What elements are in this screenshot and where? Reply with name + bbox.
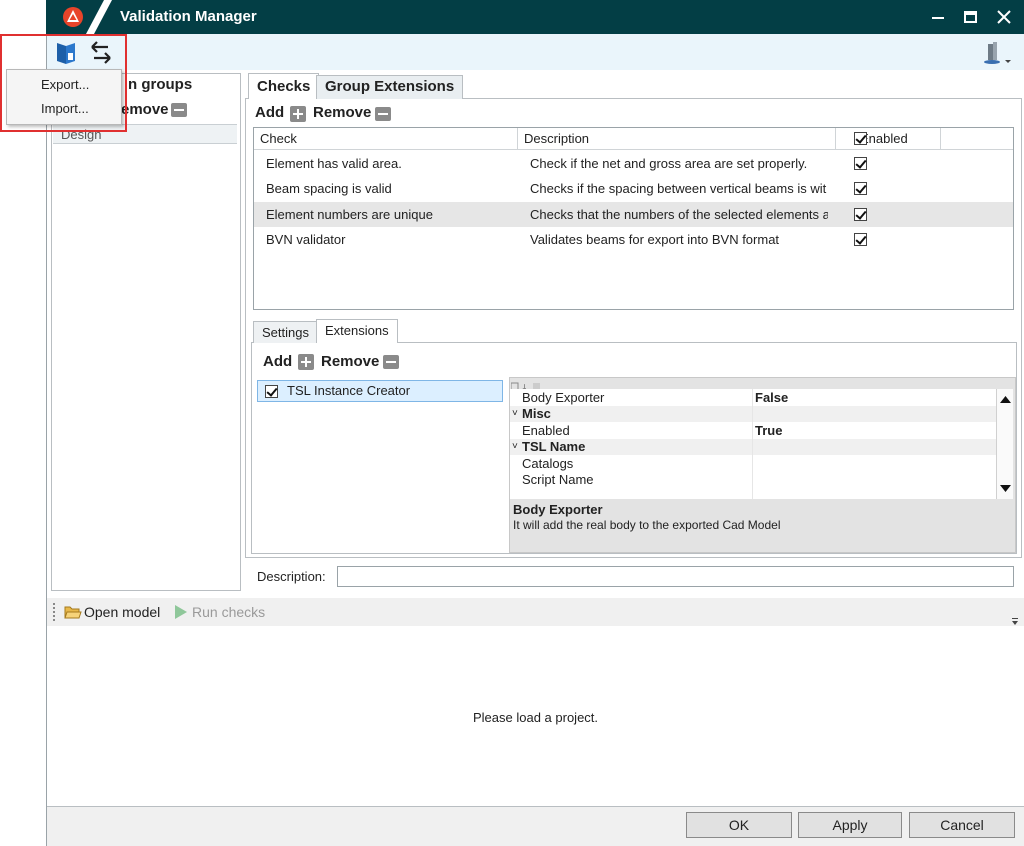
property-name: Script Name — [522, 472, 594, 487]
ext-add-icon[interactable] — [298, 354, 314, 370]
property-row[interactable]: Enabled True — [510, 423, 996, 439]
enabled-checkbox[interactable] — [854, 208, 867, 221]
table-row[interactable]: Element has valid area. Check if the net… — [254, 151, 1013, 176]
check-description: Check if the net and gross area are set … — [530, 156, 808, 171]
property-row[interactable]: Body Exporter False — [510, 390, 996, 406]
group-remove-label[interactable]: emove — [121, 101, 169, 118]
enabled-all-checkbox[interactable] — [854, 132, 867, 145]
check-name: Element has valid area. — [266, 156, 402, 171]
overflow-chevron-icon[interactable] — [1010, 614, 1020, 625]
extension-checkbox[interactable] — [265, 385, 278, 398]
run-play-icon[interactable] — [174, 604, 188, 620]
title-accent — [84, 0, 112, 34]
column-header-check[interactable]: Check — [254, 128, 518, 150]
settings-dropdown-icon[interactable] — [982, 40, 1012, 68]
column-header-enabled[interactable]: Enabled — [836, 128, 941, 150]
check-name: Element numbers are unique — [266, 207, 433, 222]
description-label: Description: — [257, 569, 326, 584]
maximize-button[interactable] — [957, 4, 983, 30]
highlight-box — [0, 34, 127, 132]
property-value[interactable]: True — [755, 423, 782, 439]
cancel-button[interactable]: Cancel — [909, 812, 1015, 838]
run-checks-button[interactable]: Run checks — [192, 604, 265, 620]
validation-groups-panel — [51, 73, 241, 591]
checks-remove-icon[interactable] — [375, 107, 391, 121]
sort-categorized-icon[interactable]: ↓ — [510, 379, 541, 392]
app-logo-icon — [62, 6, 84, 28]
checks-add-label[interactable]: Add — [255, 104, 284, 121]
check-name: Beam spacing is valid — [266, 181, 392, 196]
table-row[interactable]: Beam spacing is valid Checks if the spac… — [254, 176, 1013, 201]
chevron-down-icon[interactable]: ˅ — [512, 439, 518, 455]
folder-open-icon[interactable] — [64, 604, 82, 620]
chevron-down-icon[interactable]: ˅ — [512, 406, 518, 422]
extensions-list — [253, 378, 505, 554]
check-name: BVN validator — [266, 232, 346, 247]
ext-remove-label[interactable]: Remove — [321, 353, 379, 370]
checks-add-icon[interactable] — [290, 106, 306, 122]
extension-label: TSL Instance Creator — [287, 383, 411, 398]
toolbar-grip[interactable] — [53, 603, 56, 621]
tab-checks[interactable]: Checks — [248, 73, 320, 99]
check-description: Checks that the numbers of the selected … — [530, 207, 828, 222]
table-row-selected[interactable]: Element numbers are unique Checks that t… — [254, 202, 1013, 227]
check-description: Validates beams for export into BVN form… — [530, 232, 780, 247]
property-category[interactable]: ˅ TSL Name — [510, 439, 996, 455]
open-model-button[interactable]: Open model — [84, 604, 160, 620]
column-header-enabled-label: Enabled — [860, 131, 908, 146]
property-name: Catalogs — [522, 456, 574, 471]
minimize-button[interactable] — [925, 4, 951, 30]
property-row[interactable]: Script Name — [510, 472, 996, 488]
window-title: Validation Manager — [120, 8, 257, 25]
property-scrollbar[interactable] — [996, 389, 1013, 499]
description-input[interactable] — [337, 566, 1014, 587]
ext-remove-icon[interactable] — [383, 355, 399, 369]
enabled-checkbox[interactable] — [854, 233, 867, 246]
close-button[interactable] — [991, 4, 1017, 30]
ext-add-label[interactable]: Add — [263, 353, 292, 370]
enabled-checkbox[interactable] — [854, 157, 867, 170]
category-name: Misc — [522, 406, 551, 421]
tab-group-extensions[interactable]: Group Extensions — [316, 75, 464, 99]
main-toolbar — [47, 34, 1024, 70]
ok-button[interactable]: OK — [686, 812, 792, 838]
property-category[interactable]: ˅ Misc — [510, 406, 996, 422]
property-help-text: It will add the real body to the exporte… — [513, 518, 781, 532]
list-item[interactable]: TSL Instance Creator — [257, 380, 503, 402]
property-row[interactable]: Catalogs — [510, 456, 996, 472]
checks-remove-label[interactable]: Remove — [313, 104, 371, 121]
property-name: Enabled — [522, 423, 570, 438]
property-help-title: Body Exporter — [513, 502, 603, 517]
validation-groups-title: n groups — [128, 76, 193, 93]
group-remove-icon[interactable] — [171, 103, 187, 117]
check-description: Checks if the spacing between vertical b… — [530, 181, 827, 196]
column-header-filler — [941, 128, 1013, 150]
category-name: TSL Name — [522, 439, 586, 454]
property-name: Body Exporter — [522, 390, 605, 405]
status-message: Please load a project. — [473, 710, 599, 725]
tab-settings[interactable]: Settings — [253, 321, 318, 343]
apply-button[interactable]: Apply — [798, 812, 902, 838]
checks-grid: Check Description Enabled Element has va… — [253, 127, 1014, 310]
property-value[interactable]: False — [755, 390, 788, 406]
column-header-description[interactable]: Description — [518, 128, 836, 150]
enabled-checkbox[interactable] — [854, 182, 867, 195]
tab-extensions[interactable]: Extensions — [316, 319, 398, 343]
property-divider — [752, 389, 753, 499]
table-row[interactable]: BVN validator Validates beams for export… — [254, 227, 1013, 252]
